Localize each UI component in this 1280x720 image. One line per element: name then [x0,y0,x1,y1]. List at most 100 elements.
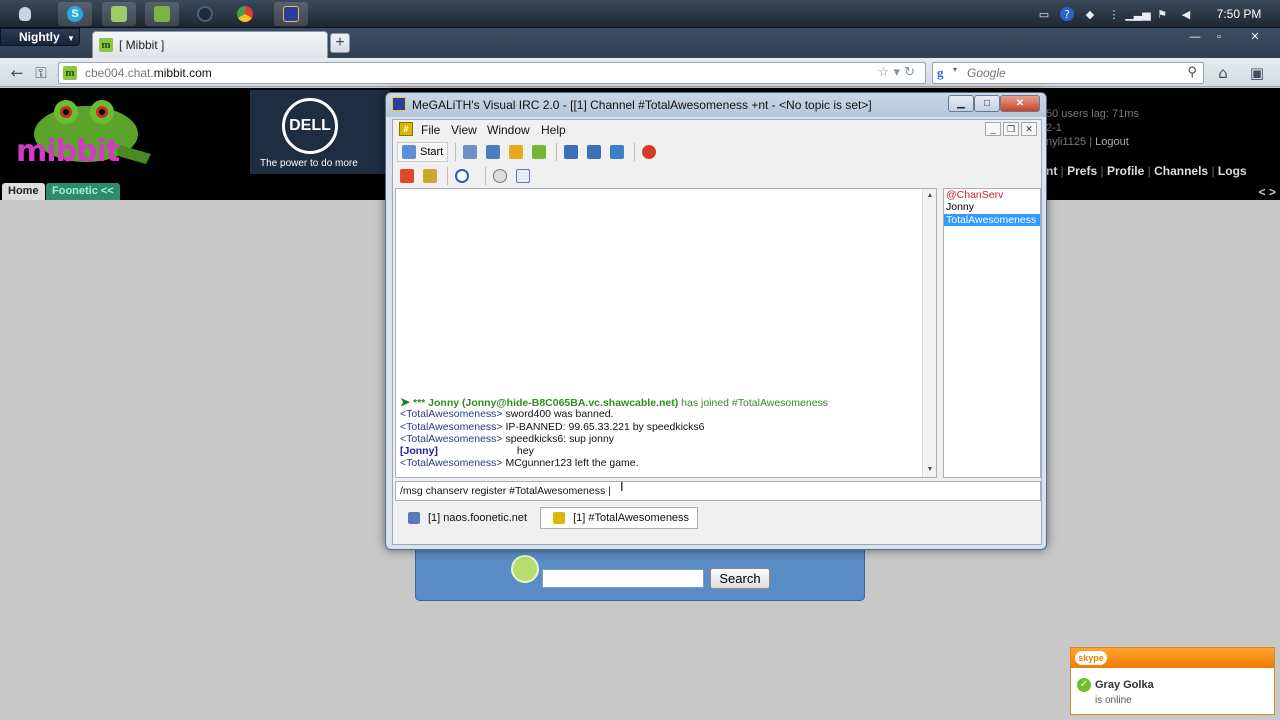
clock[interactable]: 7:50 PM [1198,7,1280,21]
back-icon[interactable]: ← [6,62,28,84]
bookmark-star-icon[interactable]: ☆ ▾ ↻ [878,65,915,80]
nick-item[interactable]: @ChanServ [944,189,1040,201]
join-arrow-icon: ➤ [400,396,411,409]
mibbit-search-input[interactable] [542,569,704,588]
chat-line: [Jonny] hey [400,445,534,458]
chevron-down-icon[interactable]: ▾ [953,65,957,74]
mdi-close-icon[interactable]: ✕ [1021,122,1037,136]
pin-icon[interactable] [145,2,179,26]
new-tab-button[interactable]: + [330,33,350,53]
chat-line: <TotalAwesomeness> IP-BANNED: 99.65.33.2… [400,420,705,433]
chat-scrollbar[interactable]: ▲ ▼ [922,189,936,477]
edit-icon[interactable] [420,166,440,186]
minimize-icon[interactable]: — [1184,30,1206,44]
volume-icon[interactable]: ◀ [1178,7,1194,21]
irc-app-icon[interactable] [392,97,406,111]
info-icon[interactable] [452,166,472,186]
nick-item[interactable]: Jonny [944,201,1040,213]
skype-logo: skype [1075,651,1107,665]
notes-icon[interactable] [513,166,533,186]
tab-title: [ Mibbit ] [119,38,165,52]
home-icon[interactable]: ⌂ [1212,62,1234,84]
skype-icon[interactable]: S [58,2,92,26]
start-label: Start [420,146,444,158]
window-tabs: [1] naos.foonetic.net [1] #TotalAwesomen… [395,505,1041,531]
flag-icon[interactable]: ⚑ [1154,7,1170,21]
menu-help[interactable]: Help [541,123,566,137]
skype-header: skype [1071,648,1274,668]
mibbit-logo[interactable]: mibbit [6,94,156,176]
irc-app-icon[interactable] [274,2,308,26]
connect-icon[interactable] [460,142,480,162]
logout-link[interactable]: Logout [1095,136,1129,148]
message-input[interactable]: /msg chanserv register #TotalAwesomeness… [395,481,1041,501]
window-list-icon[interactable] [561,142,581,162]
url-bar[interactable]: m cbe004.chat.mibbit.com ☆ ▾ ↻ [58,62,926,84]
battery-icon[interactable]: ▭ [1036,7,1052,21]
wifi-icon[interactable]: ▁▃▅ [1125,7,1150,21]
channel-hash-icon[interactable]: # [399,122,413,136]
site-identity-icon[interactable]: m [63,66,77,80]
irc-titlebar[interactable]: MeGALiTH's Visual IRC 2.0 - [[1] Channel… [386,93,1046,117]
menu-view[interactable]: View [451,123,477,137]
signal-icon[interactable]: ⋮ [1106,7,1122,21]
tab-foonetic[interactable]: Foonetic << [46,183,120,200]
menu-item-profile[interactable]: Profile [1107,164,1144,178]
dell-ad-banner[interactable]: DELL The power to do more [250,90,390,174]
tab-scroll-arrows[interactable]: < > [1259,185,1276,199]
menu-item-channels[interactable]: Channels [1154,164,1208,178]
finder-icon[interactable] [8,2,42,26]
dell-tagline: The power to do more [260,158,358,169]
contact-status: is online [1095,695,1132,706]
restore-icon[interactable]: ▫ [1208,30,1230,44]
tab-server[interactable]: [1] naos.foonetic.net [395,507,536,529]
chat-log[interactable]: ➤ *** Jonny (Jonny@hide-B8C065BA.vc.shaw… [395,188,937,478]
ball-icon[interactable] [188,2,222,26]
help-icon[interactable]: ? [1060,7,1074,21]
nightly-menu-button[interactable]: Nightly ▼ [0,28,80,46]
search-button[interactable]: Search [710,568,770,589]
menu-file[interactable]: File [421,123,440,137]
google-icon[interactable]: g [937,66,953,80]
nightly-label: Nightly [19,30,60,44]
addons-icon[interactable]: ▣ [1246,62,1268,84]
tab-channel[interactable]: [1] #TotalAwesomeness [540,507,699,529]
menu-item-logs[interactable]: Logs [1218,164,1247,178]
text-cursor-icon: I [620,479,624,494]
maximize-button[interactable]: □ [974,95,1000,112]
power-icon[interactable] [639,142,659,162]
irc-window: MeGALiTH's Visual IRC 2.0 - [[1] Channel… [385,92,1047,550]
browser-tab-mibbit[interactable]: m [ Mibbit ] [92,31,328,58]
close-button[interactable]: ✕ [1000,95,1040,112]
search-bar[interactable]: g ▾ ⚲ [932,62,1204,84]
skype-notification[interactable]: skype ✓ Gray Golka is online [1070,647,1275,715]
search-icon[interactable]: ⚲ [1187,64,1197,80]
search-input[interactable] [967,65,1167,81]
dropbox-icon[interactable]: ◆ [1082,7,1098,21]
window-cascade-icon[interactable] [607,142,627,162]
refresh-icon[interactable] [529,142,549,162]
menu-item-account[interactable]: nt [1046,164,1057,178]
close-icon[interactable]: ✕ [1244,30,1266,44]
chrome-icon[interactable] [228,2,262,26]
notes-icon[interactable] [102,2,136,26]
minimize-button[interactable]: ▁ [948,95,974,112]
disconnect-icon[interactable] [397,166,417,186]
mdi-minimize-icon[interactable]: _ [985,122,1001,136]
key-icon[interactable]: ⚿ [30,62,52,84]
network-icon[interactable] [483,142,503,162]
menu-window[interactable]: Window [487,123,530,137]
browser-nav-bar: ← ⚿ m cbe004.chat.mibbit.com ☆ ▾ ↻ g ▾ ⚲… [0,58,1280,87]
window-tile-icon[interactable] [584,142,604,162]
scroll-down-icon[interactable]: ▼ [923,463,937,477]
start-button[interactable]: Start [397,142,449,162]
chat-line: <TotalAwesomeness> MCgunner123 left the … [400,457,639,470]
mdi-restore-icon[interactable]: ❐ [1003,122,1019,136]
browser-tab-strip: Nightly ▼ m [ Mibbit ] + — ▫ ✕ [0,28,1280,58]
tab-home[interactable]: Home [2,183,45,200]
clock-icon[interactable] [490,166,510,186]
menu-item-prefs[interactable]: Prefs [1067,164,1097,178]
scroll-up-icon[interactable]: ▲ [923,189,937,203]
nick-item-selected[interactable]: TotalAwesomeness [944,213,1040,226]
folder-icon[interactable] [506,142,526,162]
